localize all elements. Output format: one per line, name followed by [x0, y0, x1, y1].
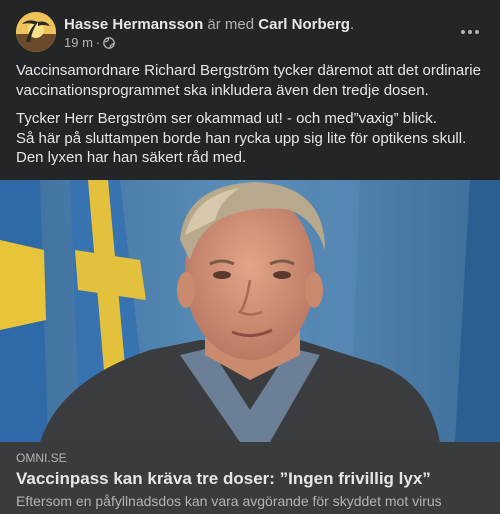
author-avatar[interactable] [16, 12, 56, 52]
with-text: är med [207, 16, 255, 33]
globe-icon[interactable] [103, 37, 116, 49]
meta-separator: · [95, 35, 101, 50]
post-time[interactable]: 19 m [64, 35, 93, 51]
facebook-post: Hasse Hermansson är med Carl Norberg. 19… [0, 0, 500, 514]
link-preview-image[interactable] [0, 180, 500, 442]
post-paragraph: Så här på sluttampen borde han rycka upp… [16, 129, 467, 147]
link-description: Eftersom en påfyllnadsdos kan vara avgör… [16, 493, 442, 509]
post-text: Vaccinsamordnare Richard Bergström tycke… [16, 61, 486, 168]
tagged-name[interactable]: Carl Norberg [258, 16, 350, 33]
post-paragraph: Tycker Herr Bergström ser okammad ut! - … [16, 110, 437, 127]
post-header: Hasse Hermansson är med Carl Norberg. 19… [16, 12, 484, 54]
tagged-suffix: . [349, 16, 355, 33]
author-name[interactable]: Hasse Hermansson [64, 16, 203, 33]
link-preview-card[interactable]: OMNI.SE Vaccinpass kan kräva tre doser: … [0, 442, 500, 514]
more-options-icon[interactable] [456, 18, 484, 46]
link-domain: OMNI.SE [16, 451, 67, 465]
post-paragraph: Den lyxen har han säkert råd med. [16, 149, 247, 166]
post-paragraph: Vaccinsamordnare Richard Bergström tycke… [16, 62, 481, 99]
link-title[interactable]: Vaccinpass kan kräva tre doser: ”Ingen f… [16, 468, 484, 490]
post-meta: 19 m · [64, 35, 116, 51]
author-line: Hasse Hermansson är med Carl Norberg. [64, 15, 354, 34]
